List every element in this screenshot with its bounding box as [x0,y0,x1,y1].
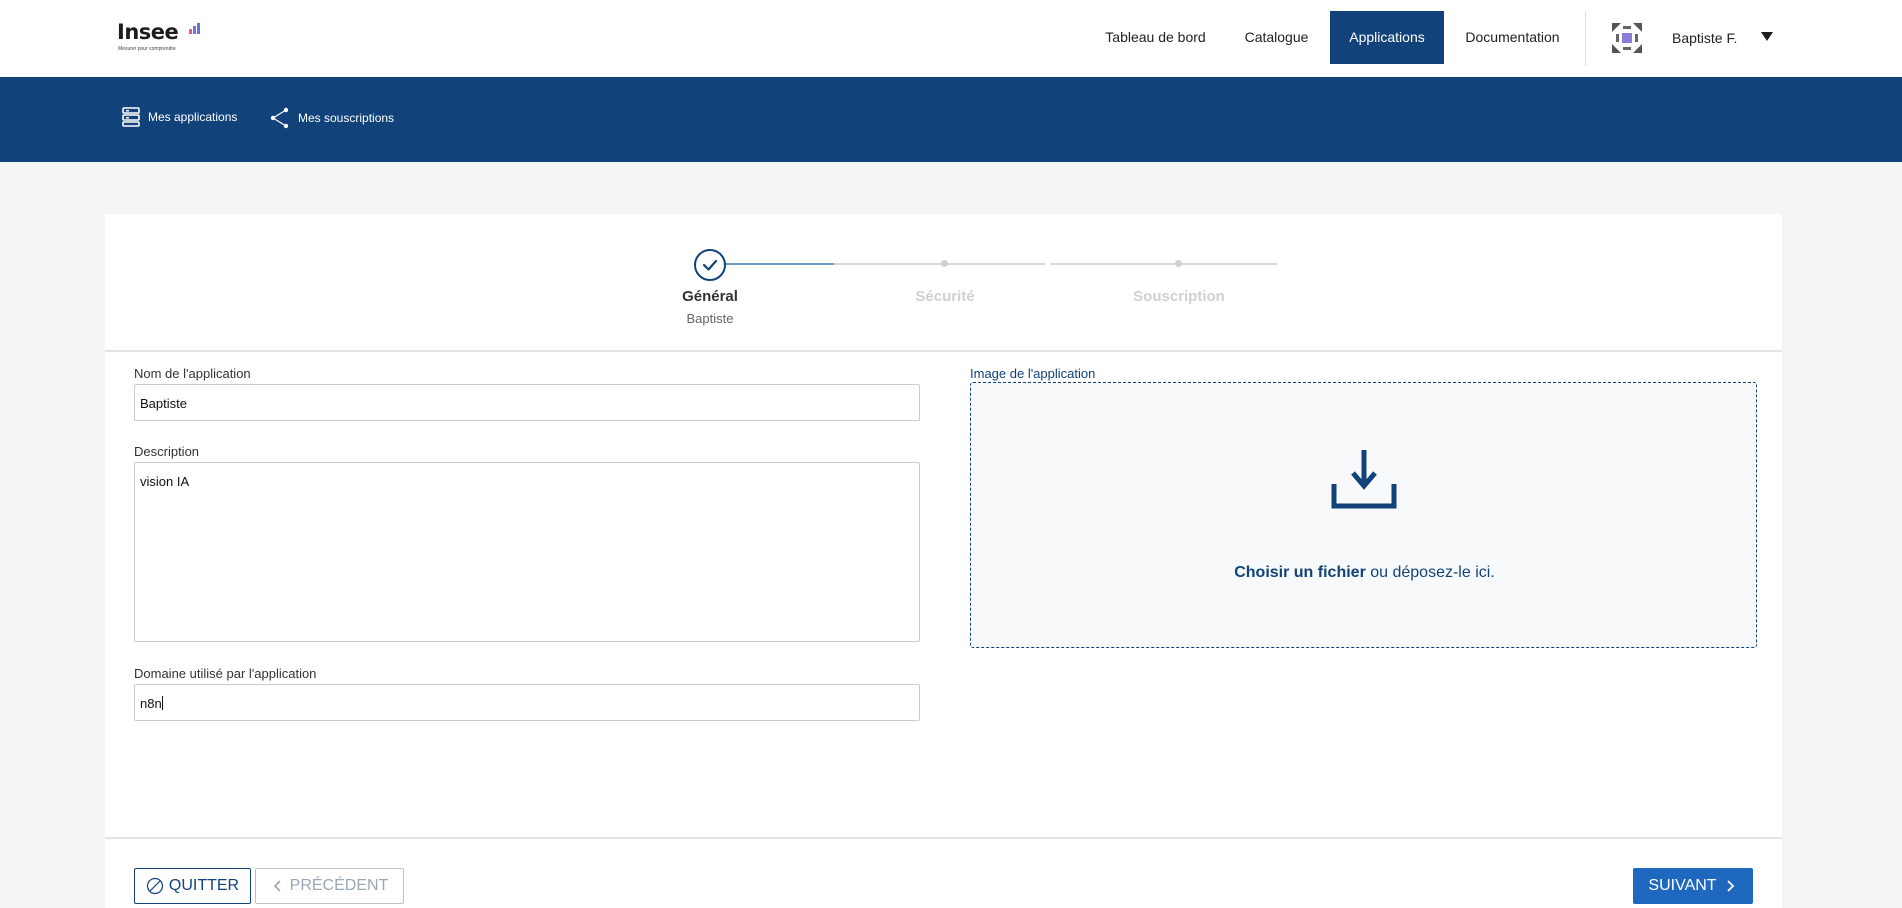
chevron-right-icon [1726,880,1734,892]
app-image-label: Image de l'application [970,366,1096,381]
next-button[interactable]: SUIVANT [1633,868,1753,904]
text-cursor [161,696,163,710]
nav-catalogue[interactable]: Catalogue [1231,11,1322,64]
server-stack-icon [122,107,140,127]
step-progress-line [725,263,834,265]
next-label: SUIVANT [1648,877,1717,894]
logo-wordmark: Insee [117,20,179,44]
choose-file-link[interactable]: Choisir un fichier [1234,564,1366,581]
caret-down-icon[interactable] [1761,32,1773,41]
description-label: Description [134,444,200,459]
domain-input[interactable]: n8n [134,684,920,721]
step-line [834,263,1045,265]
step-securite-dot[interactable] [941,260,948,267]
domain-label: Domaine utilisé par l'application [134,666,317,681]
nav-documentation[interactable]: Documentation [1455,11,1570,64]
subnav-label: Mes souscriptions [298,111,395,125]
step-general-label: Général [682,288,738,305]
subnav-mes-souscriptions[interactable]: Mes souscriptions [270,107,394,129]
dropzone-text: Choisir un fichier ou déposez-le ici. [971,564,1758,582]
step-general-check[interactable] [694,249,726,281]
insee-logo[interactable]: Insee Mesurer pour comprendre [117,20,200,52]
nav-applications[interactable]: Applications [1330,11,1444,64]
sub-navigation: Mes applications Mes souscriptions [0,77,1902,162]
step-line [1050,263,1277,265]
quit-button[interactable]: QUITTER [134,868,251,904]
dropzone-hint: ou déposez-le ici. [1365,564,1495,581]
logo-bars-icon [189,23,200,34]
previous-label: PRÉCÉDENT [289,877,389,894]
subnav-mes-applications[interactable]: Mes applications [122,107,237,127]
footer-divider [105,837,1782,839]
step-souscription-dot[interactable] [1175,260,1182,267]
step-securite-label: Sécurité [915,288,975,305]
subnav-label: Mes applications [148,110,238,124]
user-avatar-icon[interactable] [1612,23,1642,53]
app-name-label: Nom de l'application [134,366,251,381]
nav-divider [1585,12,1586,66]
section-divider [105,350,1782,352]
checkmark-icon [702,259,718,271]
top-header: Insee Mesurer pour comprendre Tableau de… [0,0,1902,77]
image-dropzone[interactable]: Choisir un fichier ou déposez-le ici. [970,382,1757,648]
description-textarea[interactable]: vision IA [134,462,920,642]
chevron-left-icon [273,880,281,892]
logo-tagline: Mesurer pour comprendre [118,46,176,52]
domain-value: n8n [140,696,162,711]
download-icon [1331,450,1397,509]
share-icon [270,107,289,129]
app-name-input[interactable]: Baptiste [134,384,920,421]
cancel-circle-icon [146,877,163,895]
user-name[interactable]: Baptiste F. [1672,30,1737,46]
step-souscription-label: Souscription [1133,288,1225,305]
quit-label: QUITTER [168,877,240,894]
application-wizard-card: Général Baptiste Sécurité Souscription N… [105,214,1782,908]
previous-button[interactable]: PRÉCÉDENT [255,868,404,904]
nav-tableau-de-bord[interactable]: Tableau de bord [1093,11,1218,64]
step-general-sublabel: Baptiste [686,311,734,326]
